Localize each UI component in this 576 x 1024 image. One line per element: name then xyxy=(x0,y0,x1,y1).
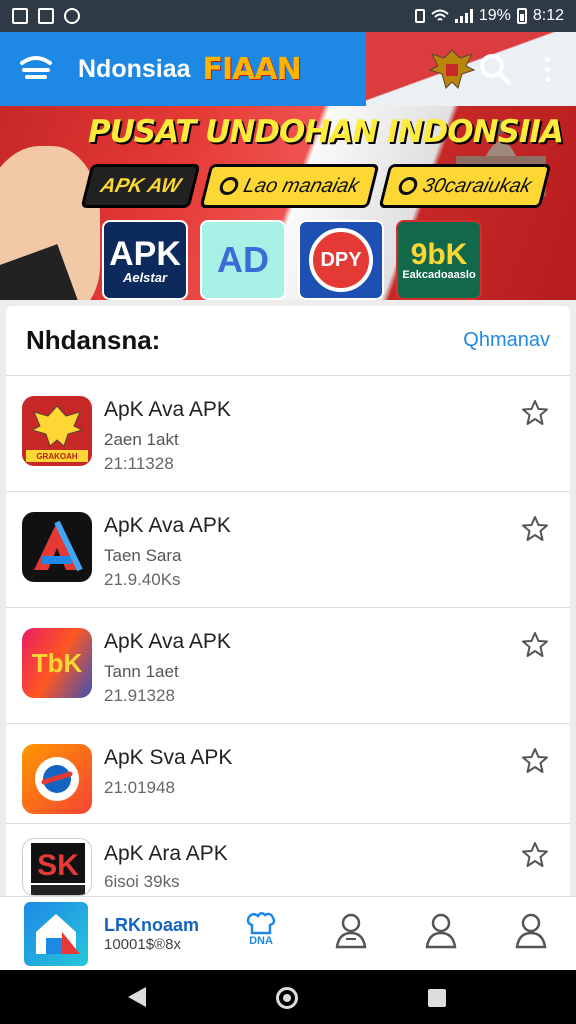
back-icon[interactable] xyxy=(128,987,146,1007)
app-list-card: Nhdansna: Qhmanav GRAKOAH ApK Ava APK 2a… xyxy=(6,306,570,906)
app-meta: 21:01948 xyxy=(104,778,175,797)
tile-sbk[interactable]: 9bK Eakcadoaaslo xyxy=(396,220,482,300)
battery-icon xyxy=(516,8,527,24)
list-item[interactable]: SK ApK Ara APK 6isoi 39ks xyxy=(6,824,570,904)
garuda-app-icon: GRAKOAH xyxy=(22,396,92,466)
user-outline-icon xyxy=(335,913,367,949)
featured-app-name: LRKnoaam xyxy=(104,914,200,935)
tile-apk[interactable]: APK Aelstar xyxy=(102,220,188,300)
app-subtitle: Taen Sara xyxy=(104,546,182,565)
app-title: Ndonsiaa xyxy=(78,54,191,83)
app-name: ApK Ava APK xyxy=(104,398,231,421)
vibrate-icon xyxy=(414,9,425,23)
signal-icon xyxy=(454,9,473,23)
tab-home[interactable]: DNA xyxy=(238,911,284,957)
tile-dpy[interactable]: DPY xyxy=(298,220,384,300)
favorite-star-icon[interactable] xyxy=(520,630,550,660)
chip-search[interactable]: 30caraiukak xyxy=(378,164,552,208)
tbk-app-icon: TbK xyxy=(22,628,92,698)
tab-discover[interactable] xyxy=(328,911,374,957)
app-name: ApK Ava APK xyxy=(104,630,231,653)
chip-apk[interactable]: APK AW xyxy=(80,164,201,208)
chip-lao-manaiak[interactable]: Lao manaiak xyxy=(199,164,380,208)
favorite-star-icon[interactable] xyxy=(520,514,550,544)
app-bar: Ndonsiaa FIAAN xyxy=(0,32,576,106)
clock: 8:12 xyxy=(532,7,564,24)
tab-profile[interactable] xyxy=(508,911,554,957)
app-screen: 19% 8:12 Ndonsiaa FIAAN PUSAT UNDOHAN IN… xyxy=(0,0,576,1024)
gallery-notification-icon xyxy=(12,8,28,24)
status-bar: 19% 8:12 xyxy=(0,0,576,32)
tab-friends[interactable] xyxy=(418,911,464,957)
wifi-icon xyxy=(431,9,449,21)
app-subtitle: 2aen 1akt xyxy=(104,430,179,449)
see-more-link[interactable]: Qhmanav xyxy=(463,329,550,352)
search-icon[interactable] xyxy=(478,52,512,86)
radar-app-icon xyxy=(22,744,92,814)
app-meta: 21.9.40Ks xyxy=(104,570,181,589)
banner-chips: APK AW Lao manaiak 30caraiukak xyxy=(80,164,552,208)
app-meta: 21:11328 xyxy=(104,454,174,473)
section-header: Nhdansna: Qhmanav xyxy=(6,306,570,376)
delta-app-icon xyxy=(22,512,92,582)
system-nav-bar xyxy=(0,970,576,1024)
sk-app-icon: SK xyxy=(22,838,92,896)
favorite-star-icon[interactable] xyxy=(520,840,550,870)
app-meta: 6isoi 39ks xyxy=(104,872,180,891)
app-name: ApK Ara APK xyxy=(104,842,228,865)
tab-home-label: DNA xyxy=(249,935,273,947)
banner-tiles: APK Aelstar AD DPY 9bK Eakcadoaaslo xyxy=(102,220,482,300)
banner-title: PUSAT UNDOHAN INDONSIIA xyxy=(88,114,564,150)
app-name: ApK Ava APK xyxy=(104,514,231,537)
search-chip-icon xyxy=(396,177,420,195)
list-item[interactable]: ApK Sva APK 21:01948 xyxy=(6,724,570,824)
tile-ad[interactable]: AD xyxy=(200,220,286,300)
svg-text:SK: SK xyxy=(37,849,79,882)
list-item[interactable]: GRAKOAH ApK Ava APK 2aen 1akt 21:11328 xyxy=(6,376,570,492)
messenger-notification-icon xyxy=(64,8,80,24)
section-title: Nhdansna: xyxy=(26,325,161,355)
image-notification-icon xyxy=(38,8,54,24)
search-chip-icon xyxy=(218,177,241,195)
app-subtitle: Tann 1aet xyxy=(104,662,179,681)
user-icon xyxy=(425,913,457,949)
featured-app[interactable]: LRKnoaam 10001$®8x xyxy=(24,901,224,966)
more-options-icon[interactable] xyxy=(536,52,558,86)
list-item[interactable]: ApK Ava APK Taen Sara 21.9.40Ks xyxy=(6,492,570,608)
favorite-star-icon[interactable] xyxy=(520,398,550,428)
home-icon[interactable] xyxy=(276,987,298,1009)
bottom-tab-bar: LRKnoaam 10001$®8x DNA xyxy=(0,896,576,970)
app-name: ApK Sva APK xyxy=(104,746,233,769)
brand-logo-text: FIAAN xyxy=(202,51,302,87)
battery-percent: 19% xyxy=(478,7,511,24)
promo-banner[interactable]: PUSAT UNDOHAN INDONSIIA APK AW Lao manai… xyxy=(0,106,576,300)
svg-text:GRAKOAH: GRAKOAH xyxy=(36,452,78,461)
app-meta: 21.91328 xyxy=(104,686,175,705)
chef-hat-icon xyxy=(246,912,276,935)
featured-app-icon xyxy=(24,901,88,966)
wifi-menu-icon[interactable] xyxy=(18,51,54,87)
recents-icon[interactable] xyxy=(428,989,446,1007)
favorite-star-icon[interactable] xyxy=(520,746,550,776)
list-item[interactable]: TbK ApK Ava APK Tann 1aet 21.91328 xyxy=(6,608,570,724)
garuda-emblem-icon xyxy=(428,49,476,89)
featured-app-meta: 10001$®8x xyxy=(104,935,181,953)
profile-icon xyxy=(515,913,547,949)
